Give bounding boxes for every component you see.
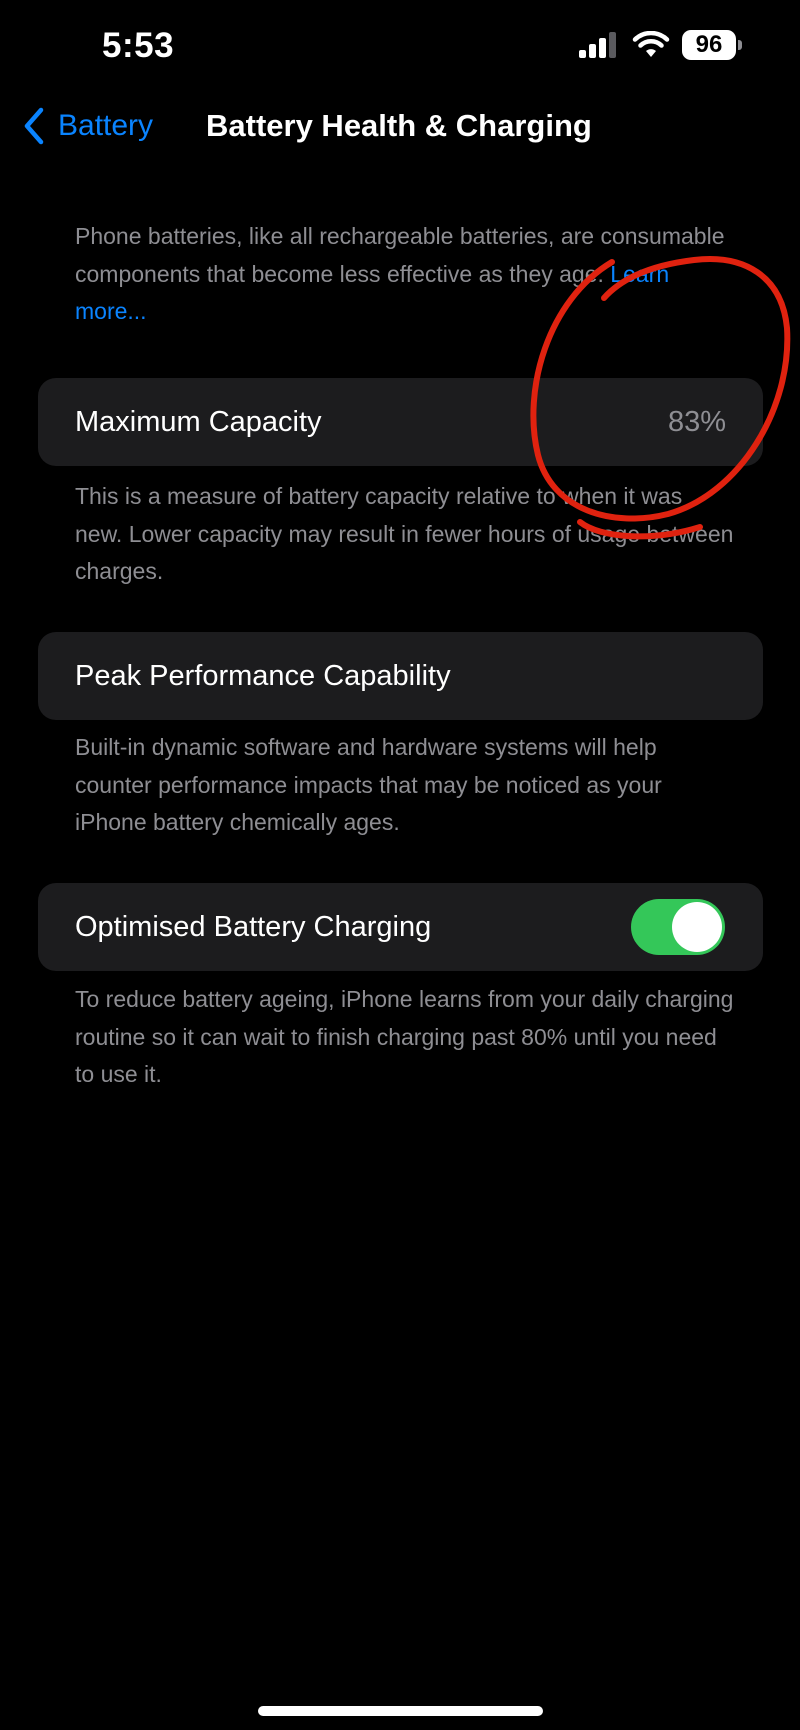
maximum-capacity-description: This is a measure of battery capacity re… <box>75 483 734 584</box>
page-title: Battery Health & Charging <box>206 108 592 143</box>
maximum-capacity-row: Maximum Capacity 83% <box>38 378 763 466</box>
toggle-knob <box>672 902 722 952</box>
optimised-charging-description: To reduce battery ageing, iPhone learns … <box>75 986 734 1087</box>
optimised-charging-label: Optimised Battery Charging <box>75 911 432 943</box>
peak-performance-row[interactable]: Peak Performance Capability <box>38 632 763 720</box>
status-time: 5:53 <box>102 26 175 65</box>
peak-performance-label: Peak Performance Capability <box>75 660 451 692</box>
optimised-charging-row: Optimised Battery Charging <box>38 883 763 971</box>
optimised-charging-toggle[interactable] <box>631 899 725 955</box>
status-icons: 96 <box>578 30 742 60</box>
back-button[interactable]: Battery <box>22 106 153 146</box>
cellular-signal-icon <box>579 32 616 58</box>
battery-icon: 96 <box>682 30 742 60</box>
battery-level: 96 <box>682 30 736 60</box>
back-button-label: Battery <box>58 109 154 142</box>
intro-description: Phone batteries, like all rechargeable b… <box>75 218 735 331</box>
peak-performance-description: Built-in dynamic software and hardware s… <box>75 734 662 835</box>
wifi-icon <box>632 31 670 57</box>
home-indicator <box>258 1706 543 1716</box>
status-bar: 5:53 96 <box>0 0 800 100</box>
maximum-capacity-label: Maximum Capacity <box>75 406 322 438</box>
maximum-capacity-value: 83% <box>667 406 726 438</box>
chevron-left-icon <box>24 107 44 145</box>
battery-nub <box>738 40 742 50</box>
navigation-bar: Battery Battery Health & Charging <box>0 100 800 160</box>
